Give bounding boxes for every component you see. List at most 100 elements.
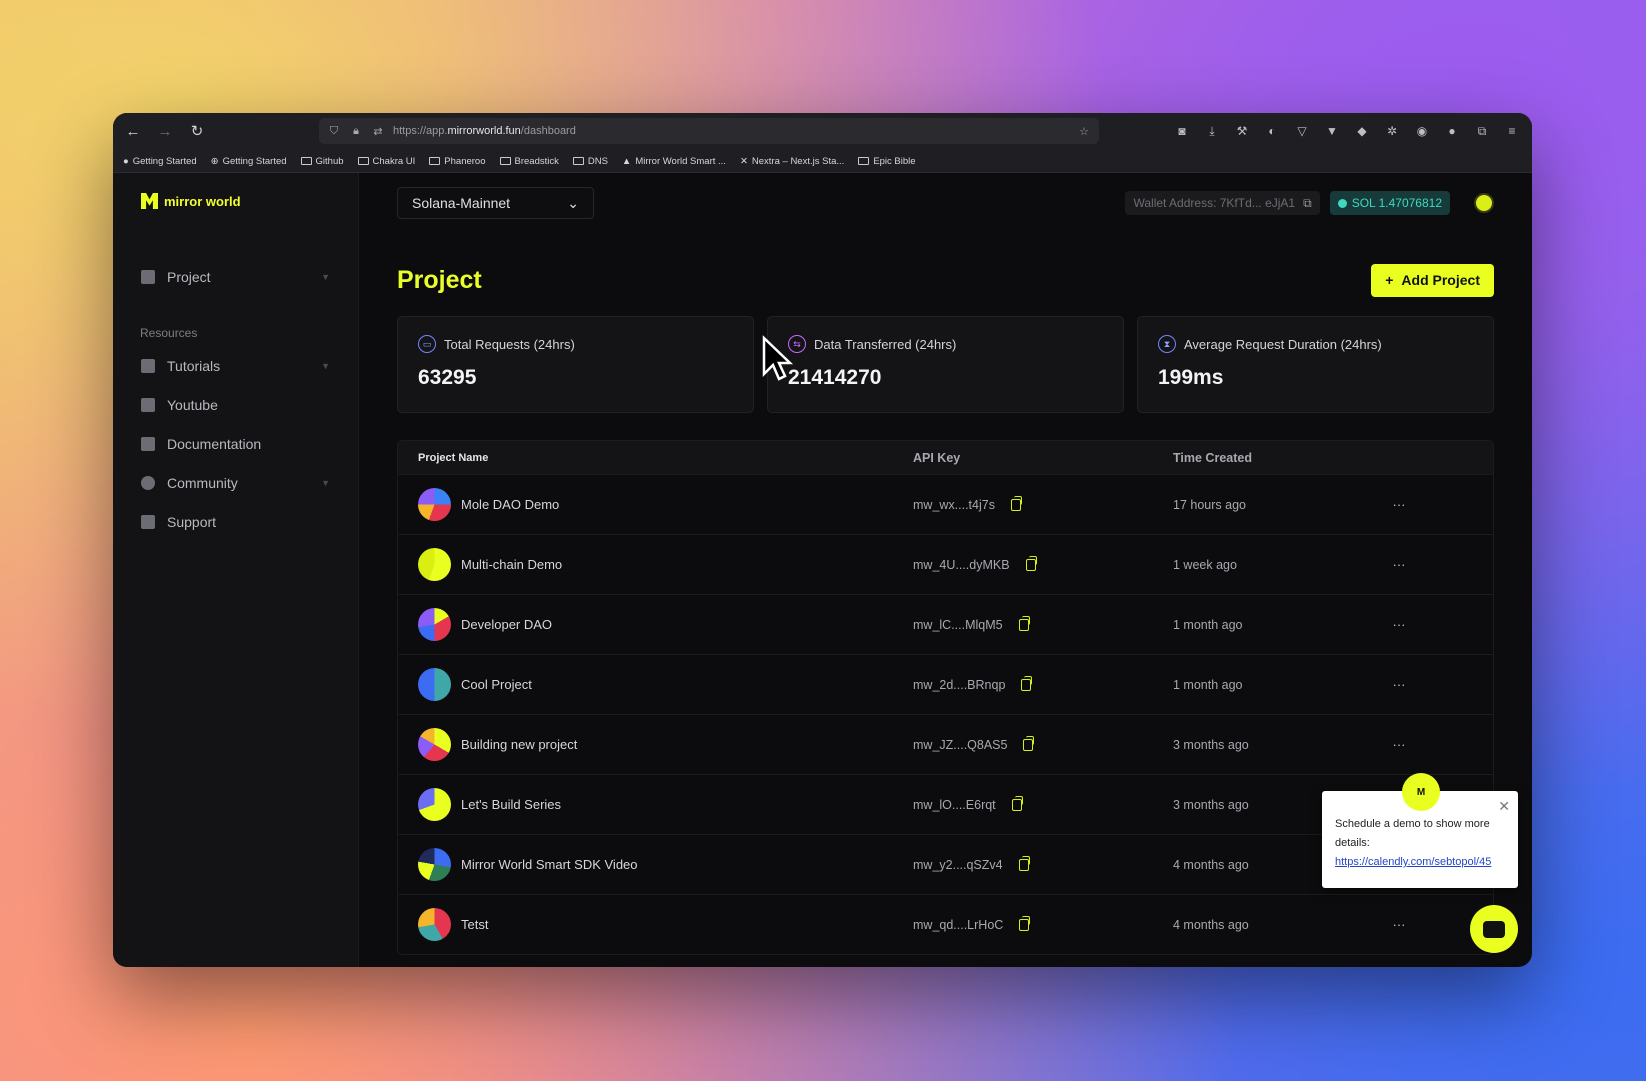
- table-header: Project Name API Key Time Created: [398, 441, 1493, 474]
- copy-icon[interactable]: [1011, 795, 1023, 811]
- project-name-cell: Tetst: [398, 908, 913, 941]
- network-select[interactable]: Solana-Mainnet ⌄: [397, 187, 594, 219]
- wrench-icon[interactable]: ⚒: [1232, 121, 1252, 141]
- requests-icon: ▭: [418, 335, 436, 353]
- api-key: mw_lC....MlqM5: [913, 617, 1003, 632]
- stat-card-data-transferred: ⇆ Data Transferred (24hrs) 21414270: [767, 316, 1124, 413]
- project-avatar: [418, 548, 451, 581]
- avatar[interactable]: [1474, 193, 1494, 213]
- bookmark-item[interactable]: Chakra UI: [357, 156, 415, 167]
- back-icon[interactable]: ←: [123, 121, 143, 141]
- extension-icon[interactable]: ◉: [1412, 121, 1432, 141]
- sidebar-item-project[interactable]: Project ▼: [113, 257, 358, 296]
- network-select-value: Solana-Mainnet: [412, 195, 511, 211]
- api-key-cell: mw_y2....qSZv4: [913, 855, 1173, 872]
- copy-icon[interactable]: [1018, 615, 1030, 631]
- bookmark-item[interactable]: Epic Bible: [858, 156, 916, 167]
- more-options-icon[interactable]: ···: [1369, 737, 1429, 752]
- bookmark-item[interactable]: ✕ Nextra – Next.js Sta...: [740, 156, 844, 167]
- more-options-icon[interactable]: ···: [1369, 677, 1429, 692]
- bookmark-item[interactable]: ⊕ Getting Started: [211, 156, 287, 167]
- documentation-icon: [141, 436, 155, 451]
- more-options-icon[interactable]: ···: [1369, 917, 1429, 932]
- more-options-icon[interactable]: ···: [1369, 497, 1429, 512]
- copy-icon[interactable]: [1018, 855, 1030, 871]
- menu-icon[interactable]: ≡: [1502, 121, 1522, 141]
- logo[interactable]: mirror world: [113, 193, 358, 209]
- stat-value: 21414270: [788, 366, 882, 389]
- project-name[interactable]: Developer DAO: [461, 617, 552, 632]
- reload-icon[interactable]: ↻: [187, 121, 207, 141]
- mirror-world-logo-icon: [141, 193, 158, 209]
- firefox-icon: ●: [123, 155, 129, 167]
- copy-icon[interactable]: ⧉: [1303, 196, 1312, 211]
- extension-icon[interactable]: ●: [1442, 121, 1462, 141]
- bookmark-item[interactable]: ● Getting Started: [123, 156, 197, 167]
- calendly-link[interactable]: https://calendly.com/sebtopol/45: [1335, 856, 1491, 868]
- table-row[interactable]: Developer DAO mw_lC....MlqM5 1 month ago ··…: [398, 594, 1493, 654]
- extension-icon[interactable]: ▼: [1322, 121, 1342, 141]
- bookmark-item[interactable]: Phaneroo: [429, 156, 486, 167]
- copy-icon[interactable]: [1010, 495, 1022, 511]
- copy-icon[interactable]: [1019, 915, 1031, 931]
- project-name-cell: Let's Build Series: [398, 788, 913, 821]
- project-name[interactable]: Tetst: [461, 917, 488, 932]
- chevron-down-icon: ▼: [321, 477, 330, 488]
- api-key-cell: mw_qd....LrHoC: [913, 915, 1173, 932]
- popup-text: Schedule a demo to show more details:: [1335, 818, 1490, 849]
- sidebar-item-tutorials[interactable]: Tutorials ▼: [113, 346, 358, 385]
- globe-icon: ⊕: [210, 155, 219, 167]
- url-bar[interactable]: ⛉ 🔒︎ ⇄ https://app.mirrorworld.fun/dashb…: [319, 118, 1099, 144]
- api-key-cell: mw_JZ....Q8AS5: [913, 735, 1173, 752]
- shield-icon: ⛉: [329, 124, 339, 137]
- close-icon[interactable]: ✕: [1498, 797, 1510, 816]
- chat-launcher-button[interactable]: [1470, 905, 1518, 953]
- bookmark-item[interactable]: Breadstick: [499, 156, 559, 167]
- project-name[interactable]: Let's Build Series: [461, 797, 561, 812]
- demo-popup: M ✕ Schedule a demo to show more details…: [1322, 773, 1518, 888]
- mirror-world-badge-icon: M: [1402, 773, 1440, 811]
- resources-heading: Resources: [140, 326, 198, 340]
- extension-icon[interactable]: ▽: [1292, 121, 1312, 141]
- forward-icon[interactable]: →: [155, 121, 175, 141]
- table-row[interactable]: Mole DAO Demo mw_wx....t4j7s 17 hours ago ·…: [398, 474, 1493, 534]
- sidebar-item-youtube[interactable]: Youtube: [113, 385, 358, 424]
- bookmark-item[interactable]: ▲ Mirror World Smart ...: [622, 156, 726, 167]
- project-avatar: [418, 488, 451, 521]
- table-row[interactable]: Cool Project mw_2d....BRnqp 1 month ago ···: [398, 654, 1493, 714]
- extension-icon[interactable]: ◐: [1262, 121, 1282, 141]
- project-name[interactable]: Building new project: [461, 737, 577, 752]
- sidebar-item-support[interactable]: Support: [113, 502, 358, 541]
- project-name[interactable]: Cool Project: [461, 677, 532, 692]
- table-row[interactable]: Tetst mw_qd....LrHoC 4 months ago ···: [398, 894, 1493, 954]
- project-name[interactable]: Mirror World Smart SDK Video: [461, 857, 638, 872]
- folder-icon: [499, 157, 511, 165]
- bookmark-item[interactable]: Github: [300, 156, 344, 167]
- chevron-down-icon: ▼: [321, 360, 330, 371]
- copy-icon[interactable]: [1021, 675, 1033, 691]
- table-row[interactable]: Multi-chain Demo mw_4U....dyMKB 1 week ago…: [398, 534, 1493, 594]
- app-container: mirror world Project ▼ Resources Tutoria…: [113, 173, 1532, 967]
- extension-icon[interactable]: ✲: [1382, 121, 1402, 141]
- sidebar-item-documentation[interactable]: Documentation: [113, 424, 358, 463]
- copy-icon[interactable]: [1025, 555, 1037, 571]
- copy-icon[interactable]: [1023, 735, 1035, 751]
- project-name[interactable]: Mole DAO Demo: [461, 497, 559, 512]
- download-icon[interactable]: ⤓: [1202, 121, 1222, 141]
- sol-balance-text: SOL 1.47076812: [1351, 196, 1442, 210]
- time-created: 4 months ago: [1173, 917, 1249, 932]
- star-icon[interactable]: ☆: [1077, 125, 1091, 138]
- permissions-icon[interactable]: ⇄: [371, 125, 385, 138]
- sidebar-item-community[interactable]: Community ▼: [113, 463, 358, 502]
- more-options-icon[interactable]: ···: [1369, 617, 1429, 632]
- project-name[interactable]: Multi-chain Demo: [461, 557, 562, 572]
- more-options-icon[interactable]: ···: [1369, 557, 1429, 572]
- bookmark-item[interactable]: DNS: [572, 156, 608, 167]
- hourglass-icon: ⧗: [1158, 335, 1176, 353]
- add-project-button[interactable]: + Add Project: [1371, 263, 1494, 297]
- table-row[interactable]: Building new project mw_JZ....Q8AS5 3 mont…: [398, 714, 1493, 774]
- extensions-puzzle-icon[interactable]: ⧉: [1472, 121, 1492, 141]
- megaphone-icon: [141, 514, 155, 529]
- pocket-icon[interactable]: ◙: [1172, 121, 1192, 141]
- extension-icon[interactable]: ◆: [1352, 121, 1372, 141]
